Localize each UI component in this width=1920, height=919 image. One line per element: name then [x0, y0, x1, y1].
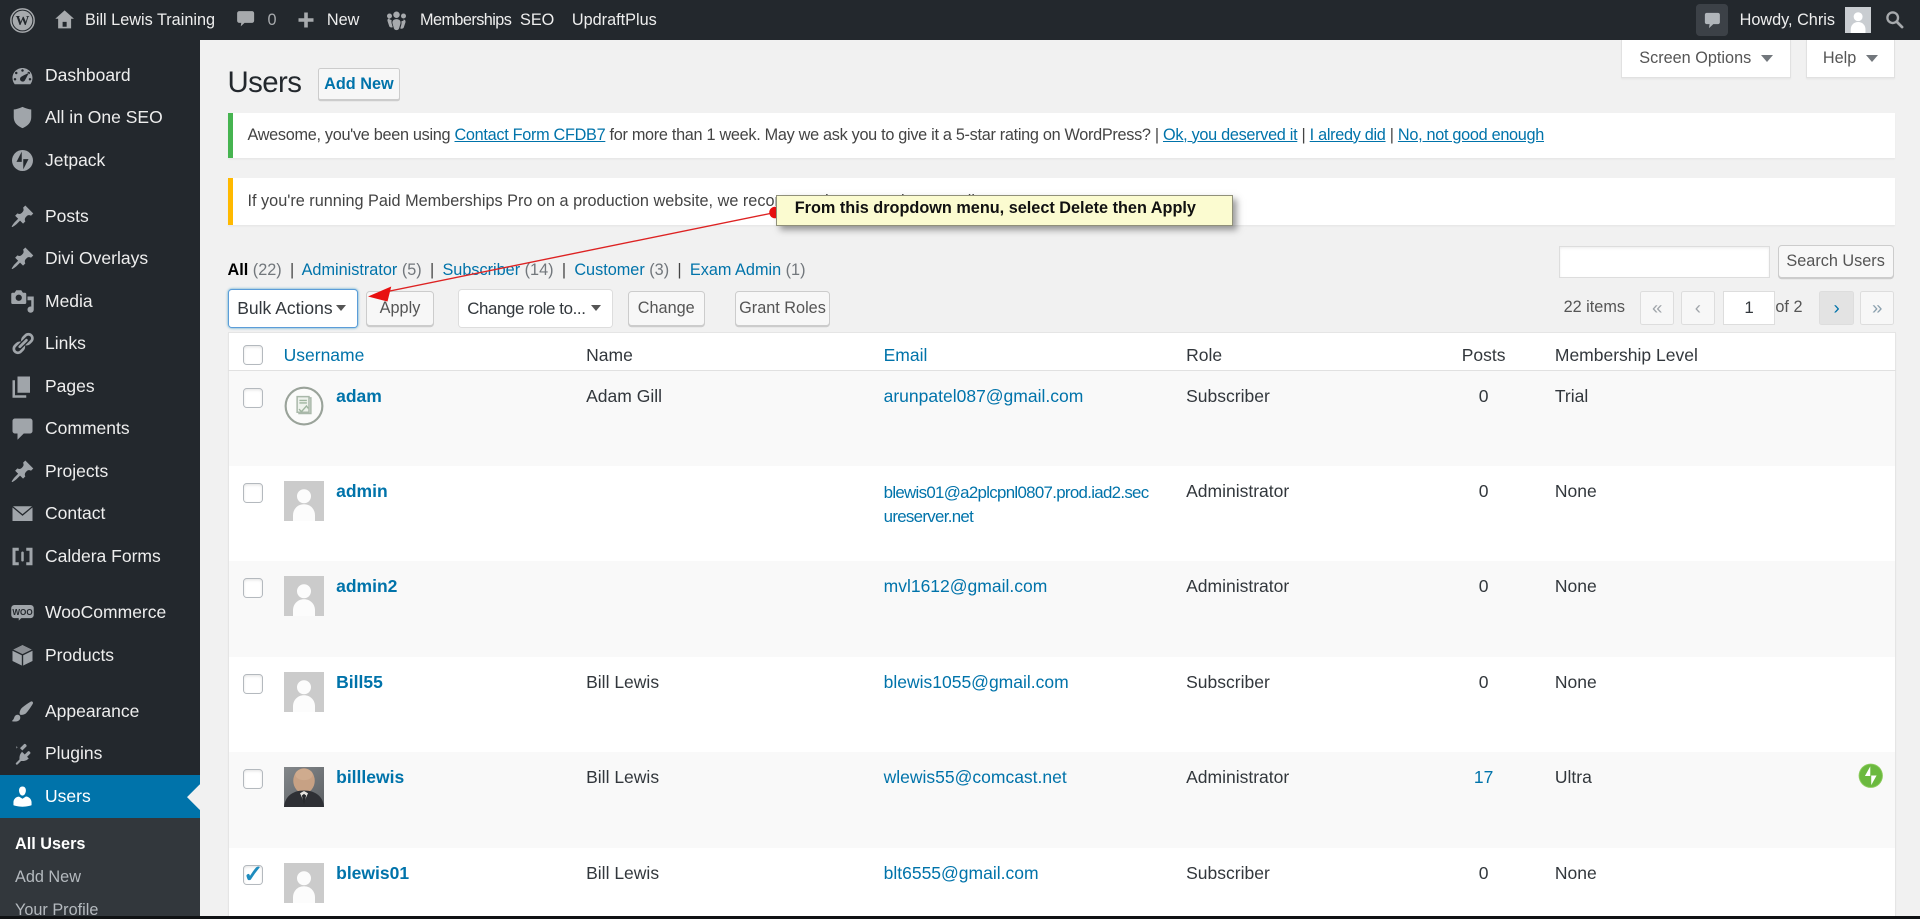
svg-text:WOO: WOO [12, 608, 32, 617]
svg-text:W: W [16, 13, 30, 28]
